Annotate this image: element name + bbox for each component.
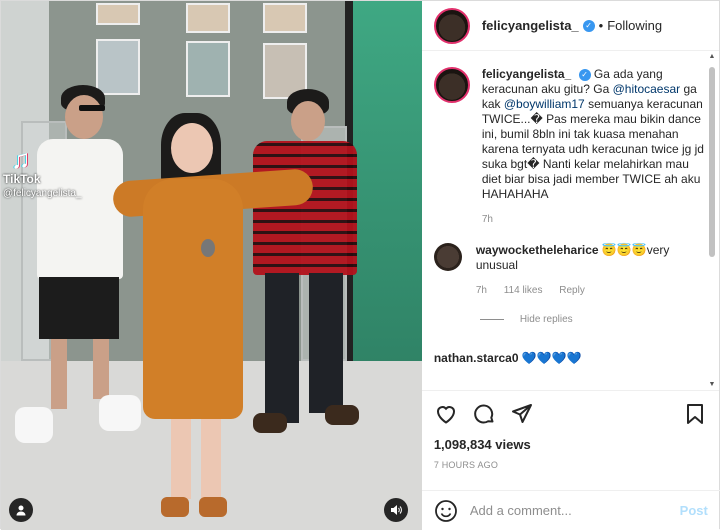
- wall-photo: [186, 3, 230, 33]
- tiktok-watermark: ♫ TikTok @felicyangelista_: [3, 146, 82, 199]
- wall-photo: [186, 41, 230, 97]
- scroll-up-arrow[interactable]: ▲: [707, 53, 717, 63]
- avatar[interactable]: [433, 243, 462, 271]
- post-side-panel: felicyangelista_ ✓ • Following felicyang…: [421, 1, 720, 530]
- post-timestamp[interactable]: 7 HOURS AGO: [434, 460, 707, 470]
- tiktok-handle: @felicyangelista_: [3, 188, 82, 199]
- divider-line: [479, 319, 504, 320]
- bookmark-icon[interactable]: [683, 402, 707, 426]
- post-dialog: ♫ TikTok @felicyangelista_ felicyangelis…: [0, 0, 720, 530]
- comment-text: waywocketheleharice 😇😇😇very unusual: [476, 243, 707, 273]
- caption-text: felicyangelista_ ✓ Ga ada yang keracunan…: [482, 67, 707, 202]
- reply-button[interactable]: Reply: [559, 285, 585, 296]
- comment-likes[interactable]: 114 likes: [504, 285, 543, 296]
- comments-list[interactable]: felicyangelista_ ✓ Ga ada yang keracunan…: [422, 51, 719, 390]
- comment-time[interactable]: 7h: [476, 285, 487, 296]
- verified-icon: ✓: [578, 69, 591, 81]
- green-glass-door: [352, 1, 422, 401]
- avatar[interactable]: [433, 67, 470, 103]
- hide-replies-label: Hide replies: [519, 314, 573, 325]
- emoji-icon[interactable]: [434, 499, 458, 523]
- post-comment-button[interactable]: Post: [680, 503, 708, 518]
- action-bar: [434, 399, 707, 429]
- add-comment-bar: Post: [421, 490, 720, 530]
- video-player[interactable]: ♫ TikTok @felicyangelista_: [1, 1, 422, 530]
- caption: felicyangelista_ ✓ Ga ada yang keracunan…: [433, 67, 707, 225]
- caption-username[interactable]: felicyangelista_: [482, 67, 571, 81]
- comment-item: waywocketheleharice 😇😇😇very unusual 7h 1…: [433, 243, 707, 296]
- caption-time[interactable]: 7h: [482, 214, 707, 225]
- verified-icon: ✓: [582, 19, 595, 32]
- caption-part: semuanya keracunan TWICE...� Pas mereka …: [481, 97, 704, 201]
- share-icon[interactable]: [510, 402, 534, 426]
- wall-photo: [96, 3, 140, 25]
- mention-link[interactable]: @hitocaesar: [613, 82, 681, 96]
- mention-link[interactable]: @boywilliam17: [504, 97, 585, 111]
- comment-meta: 7h 114 likes Reply: [476, 285, 707, 296]
- post-header: felicyangelista_ ✓ • Following: [421, 1, 719, 51]
- separator-dot: •: [598, 18, 604, 33]
- dancer-center: [111, 113, 315, 530]
- user-tag-icon[interactable]: [9, 498, 33, 522]
- tiktok-icon: ♫: [11, 144, 31, 174]
- partial-comment: nathan.starca0 💙💙💙💙: [433, 351, 582, 365]
- header-username[interactable]: felicyangelista_: [482, 18, 579, 33]
- scroll-down-arrow[interactable]: ▼: [707, 381, 717, 390]
- comment-icon[interactable]: [472, 402, 496, 426]
- sound-icon[interactable]: [383, 498, 408, 522]
- heart-icon[interactable]: [434, 402, 458, 426]
- hide-replies-button[interactable]: Hide replies: [479, 314, 707, 325]
- view-count[interactable]: 1,098,834 views: [434, 437, 707, 452]
- comment-input[interactable]: [469, 503, 680, 518]
- avatar[interactable]: [433, 7, 470, 44]
- comment-username[interactable]: waywocketheleharice: [476, 243, 599, 257]
- following-button[interactable]: Following: [607, 18, 662, 33]
- scrollbar-thumb[interactable]: [709, 67, 715, 257]
- tiktok-logo-text: TikTok: [3, 172, 41, 186]
- wall-photo: [263, 3, 307, 33]
